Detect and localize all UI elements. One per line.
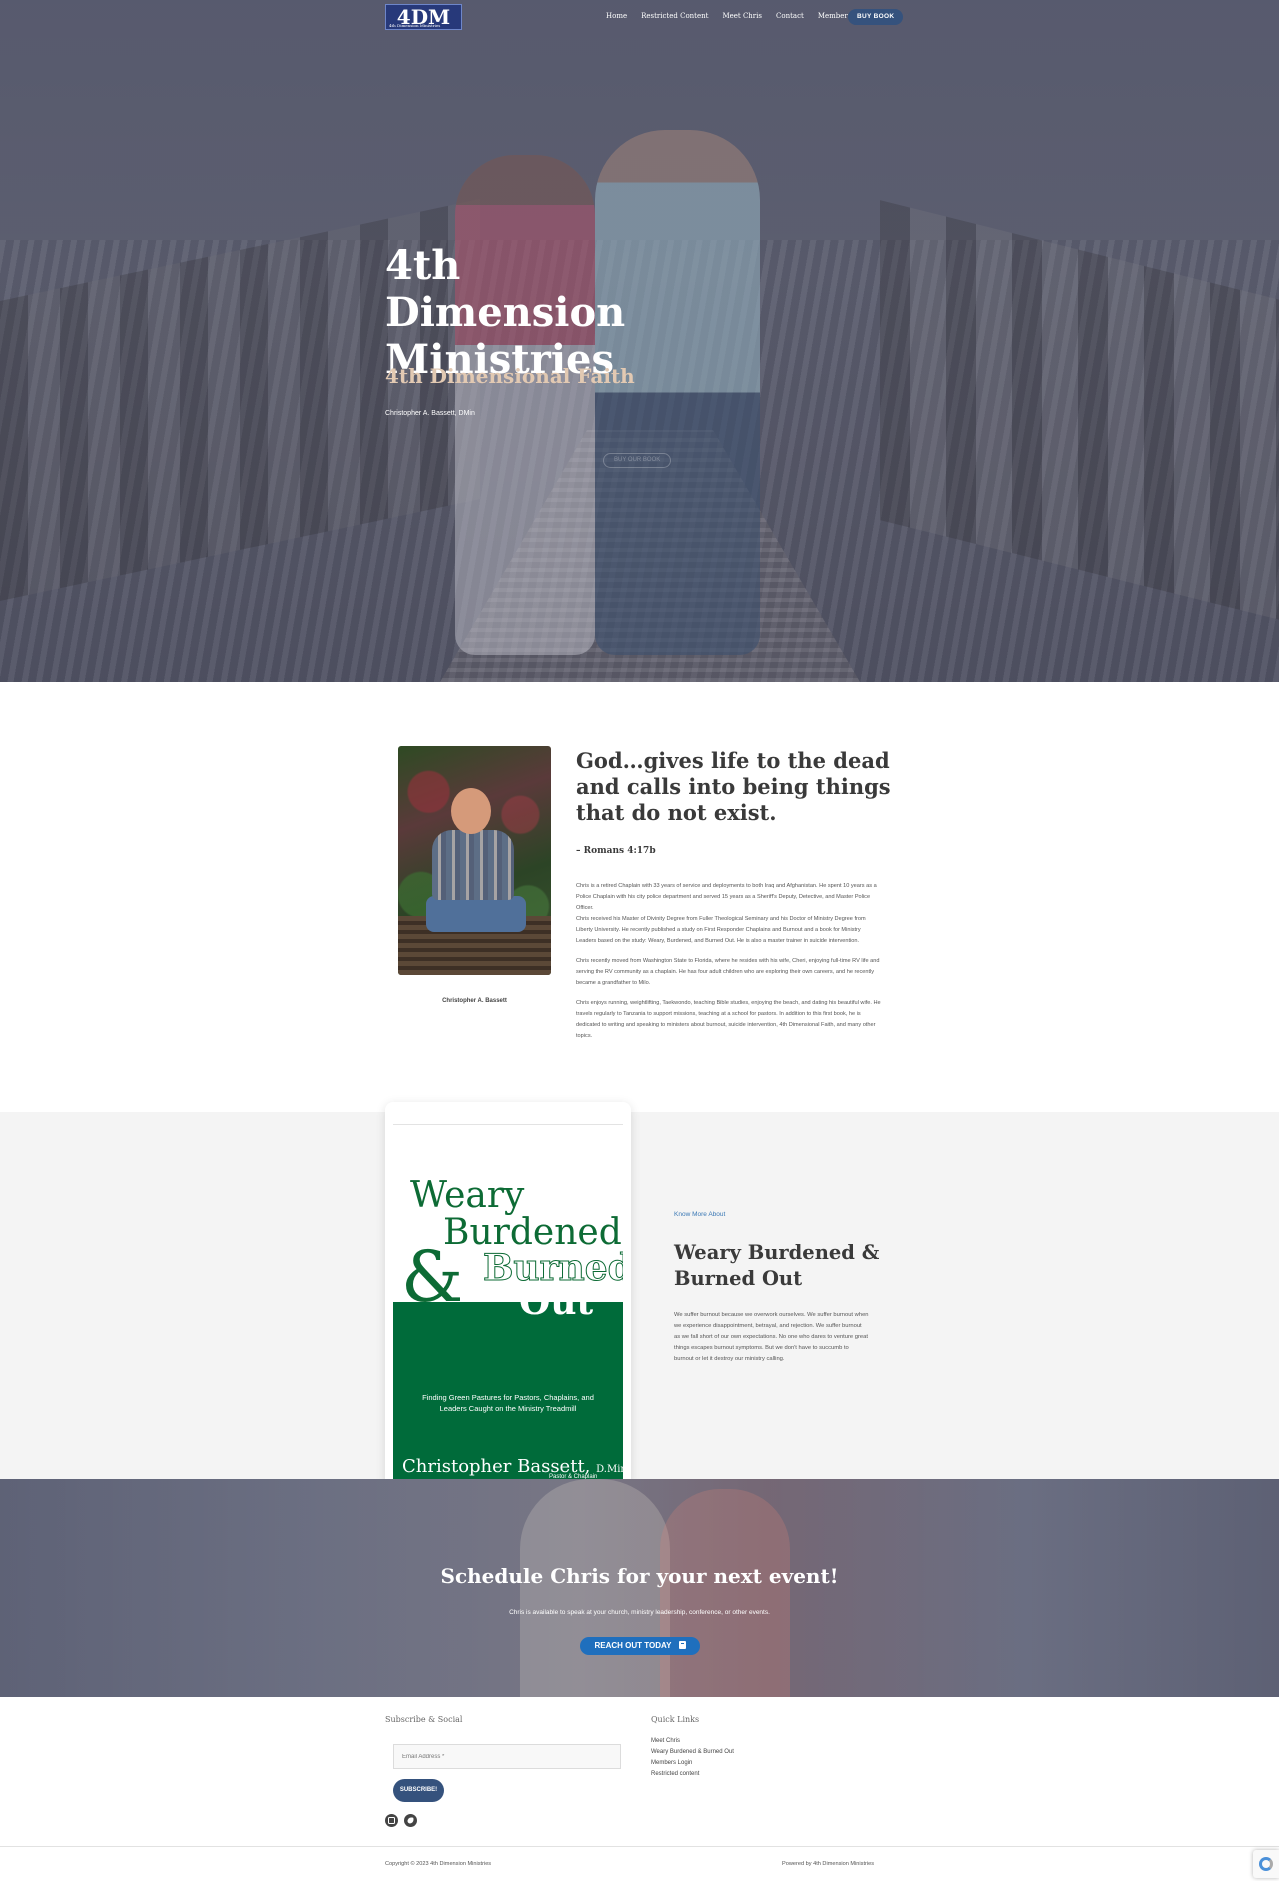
quick-link-book[interactable]: Weary Burdened & Burned Out <box>651 1749 734 1755</box>
book-icon <box>678 1641 686 1649</box>
facebook-icon[interactable] <box>385 1814 398 1827</box>
hero-title: 4th Dimension Ministries <box>385 242 626 383</box>
email-input[interactable] <box>393 1744 621 1769</box>
bio-paragraph: Chris enjoys running, weightlifting, Tae… <box>576 1000 881 1039</box>
cover-tagline: Finding Green Pastures for Pastors, Chap… <box>422 1393 594 1413</box>
nav-contact[interactable]: Contact <box>776 12 804 20</box>
schedule-section <box>0 1479 1279 1697</box>
logo-small-text: 4th Dimension Ministries <box>389 23 441 28</box>
schedule-title: Schedule Chris for your next event! <box>440 1564 839 1588</box>
hero-subtitle: 4th Dimensional Faith <box>385 364 635 388</box>
nav-home[interactable]: Home <box>606 12 627 20</box>
hero-author: Christopher A. Bassett, DMin <box>385 410 475 417</box>
cover-title-word: Weary <box>410 1175 525 1216</box>
subscribe-button[interactable]: SUBSCRIBE! <box>393 1779 444 1802</box>
photo-caption: Christopher A. Bassett <box>442 998 507 1004</box>
quick-links: Meet Chris Weary Burdened & Burned Out M… <box>651 1736 734 1780</box>
twitter-icon[interactable] <box>404 1814 417 1827</box>
recaptcha-icon <box>1259 1857 1273 1871</box>
quick-link-meet-chris[interactable]: Meet Chris <box>651 1738 680 1744</box>
cover-title-word: Out <box>519 1281 594 1323</box>
book-section <box>0 1112 1279 1479</box>
cover-green-band <box>393 1302 623 1480</box>
chris-photo <box>398 746 551 975</box>
reach-out-button[interactable]: REACH OUT TODAY <box>580 1637 700 1655</box>
nav-meet-chris[interactable]: Meet Chris <box>722 12 762 20</box>
hero-person-woman <box>455 155 595 655</box>
recaptcha-badge[interactable] <box>1253 1850 1279 1878</box>
main-nav: Home Restricted Content Meet Chris Conta… <box>606 12 884 20</box>
hero-person-man <box>595 130 760 655</box>
subscribe-heading: Subscribe & Social <box>385 1715 463 1724</box>
reach-out-label: REACH OUT TODAY <box>594 1641 672 1650</box>
footer-divider <box>0 1846 1279 1847</box>
know-more-link[interactable]: Know More About <box>674 1211 725 1218</box>
site-header: 4th Dimension Ministries 4DM Home Restri… <box>0 0 1279 34</box>
book-title: Weary Burdened & Burned Out <box>674 1241 880 1290</box>
site-logo[interactable]: 4th Dimension Ministries 4DM <box>385 4 462 30</box>
cover-title-word: Burdened <box>443 1212 622 1253</box>
nav-restricted-content[interactable]: Restricted Content <box>641 12 708 20</box>
quick-links-heading: Quick Links <box>651 1715 700 1724</box>
book-card: Weary Burdened & Burned Out Finding Gree… <box>385 1102 631 1490</box>
bio-text: Chris is a retired Chaplain with 33 year… <box>576 881 882 1051</box>
book-cover-image: Weary Burdened & Burned Out Finding Gree… <box>393 1138 623 1480</box>
hero-buy-book-button[interactable]: BUY OUR BOOK <box>603 453 672 468</box>
verse-reference: – Romans 4:17b <box>576 846 656 856</box>
bio-paragraph: Chris recently moved from Washington Sta… <box>576 958 880 986</box>
schedule-text: Chris is available to speak at your chur… <box>509 1609 770 1616</box>
bio-paragraph: Chris received his Master of Divinity De… <box>576 916 866 944</box>
quick-link-restricted-content[interactable]: Restricted content <box>651 1771 699 1777</box>
book-description: We suffer burnout because we overwork ou… <box>674 1312 869 1362</box>
cover-ampersand: & <box>401 1236 464 1318</box>
bio-paragraph: Chris is a retired Chaplain with 33 year… <box>576 883 877 911</box>
buy-book-button[interactable]: BUY BOOK <box>848 9 904 25</box>
powered-by-text: Powered by 4th Dimension Ministries <box>782 1861 875 1867</box>
copyright-text: Copyright © 2023 4th Dimension Ministrie… <box>385 1861 492 1867</box>
verse-heading: God…gives life to the dead and calls int… <box>576 748 891 825</box>
quick-link-members-login[interactable]: Members Login <box>651 1760 692 1766</box>
